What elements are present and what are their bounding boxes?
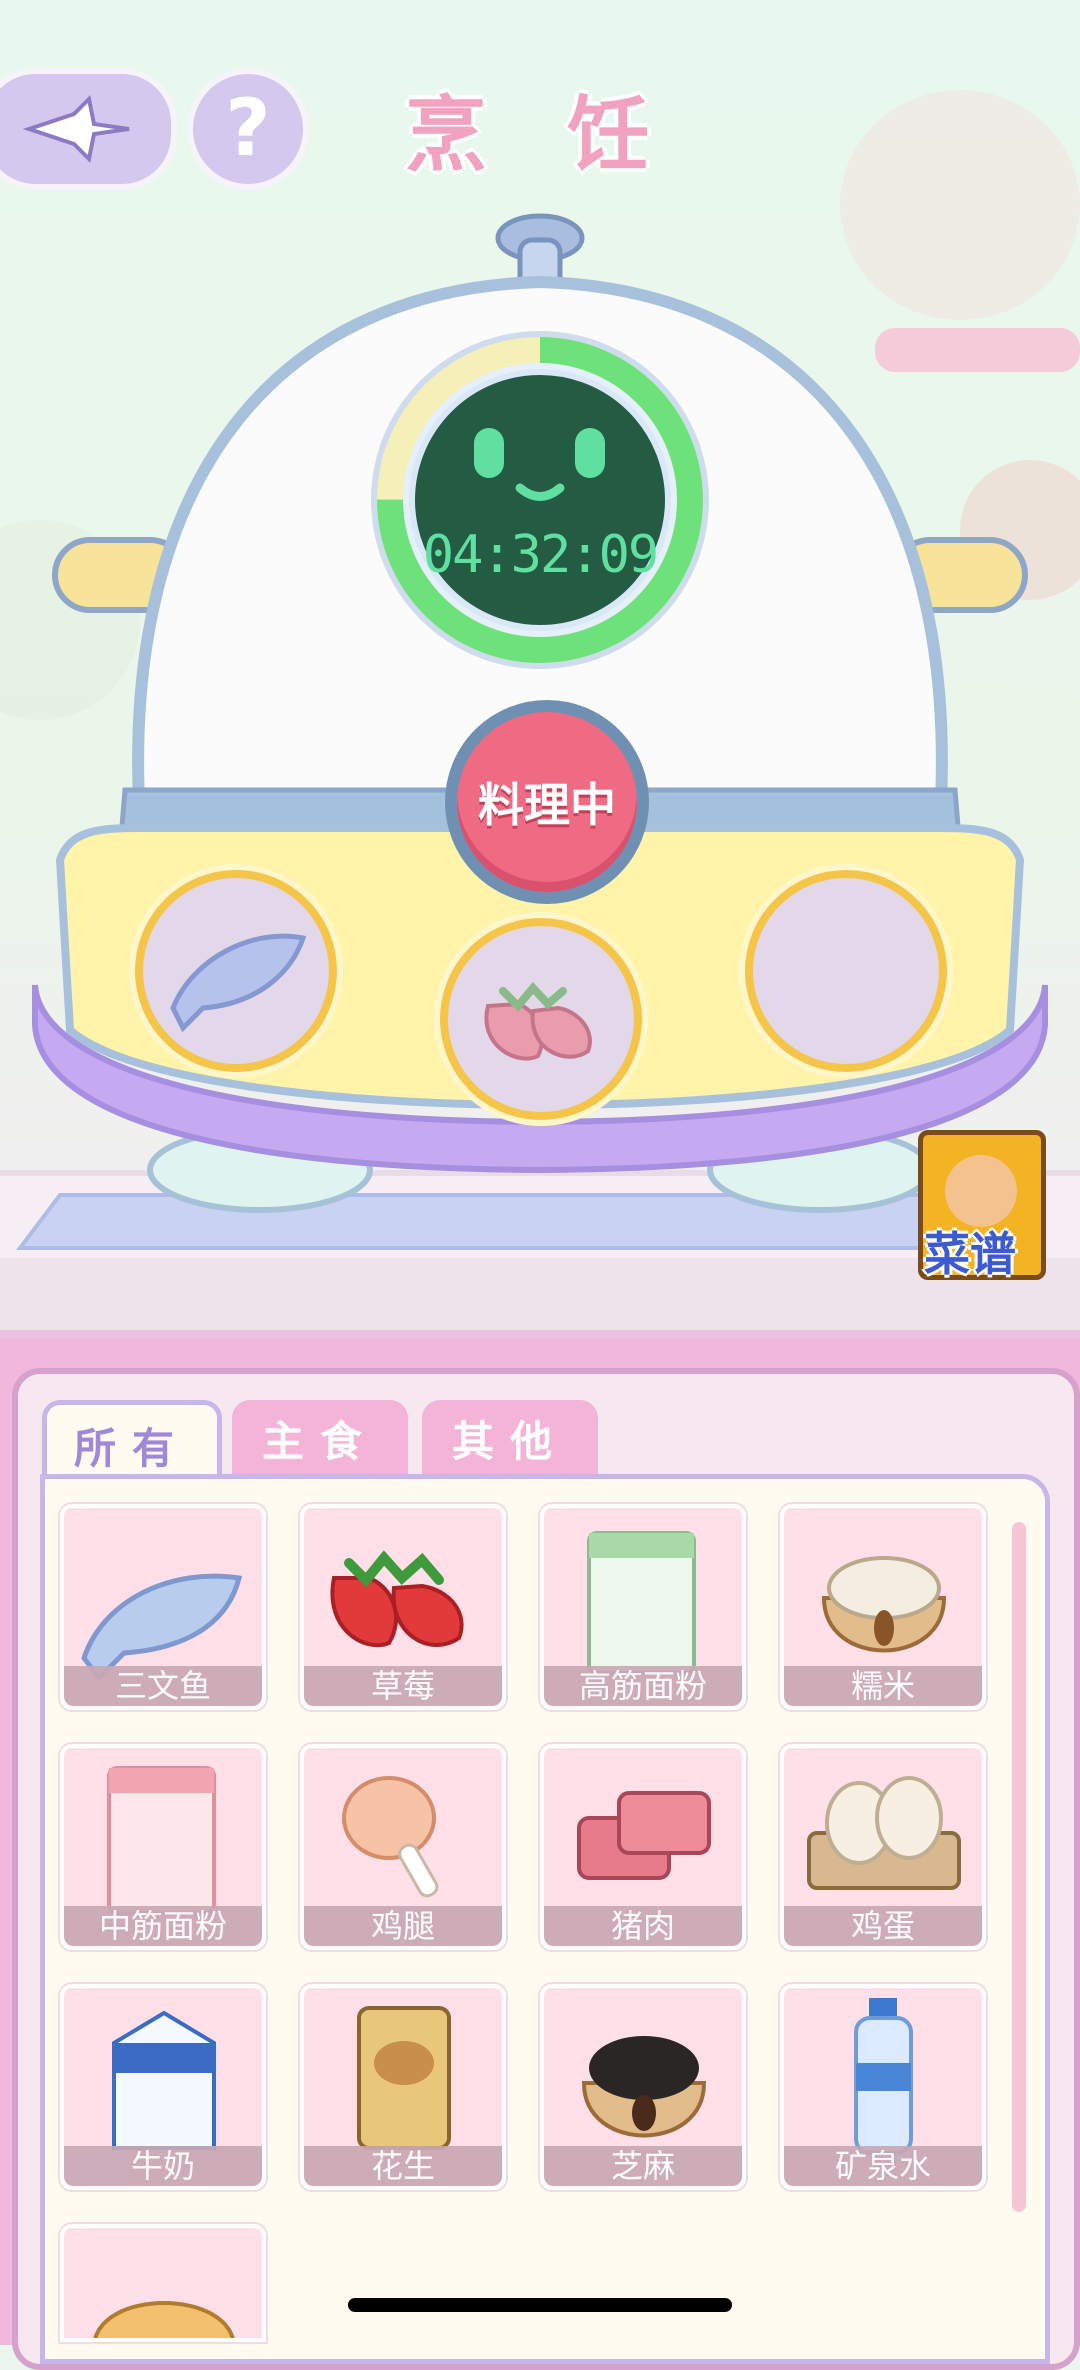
page-title: 烹 饪 (404, 88, 676, 183)
salmon-icon (170, 933, 307, 1033)
ingredient-name: 鸡蛋 (784, 1906, 982, 1946)
cooking-status-button[interactable]: 料理中 (445, 700, 649, 904)
tab-other[interactable]: 其他 (422, 1400, 598, 1476)
cooking-pot-machine (15, 213, 1048, 1250)
recipe-book-label[interactable]: 菜谱 (924, 1218, 1016, 1284)
ingredient-card-peanut[interactable]: 花生 (300, 1984, 506, 2190)
ingredient-name: 花生 (304, 2146, 502, 2186)
ingredient-name: 鸡腿 (304, 1906, 502, 1946)
ingredient-name: 高筋面粉 (544, 1666, 742, 1706)
ingredient-name: 猪肉 (544, 1906, 742, 1946)
ingredient-card-sesame[interactable]: 芝麻 (540, 1984, 746, 2190)
ingredient-name: 牛奶 (64, 2146, 262, 2186)
tab-staples[interactable]: 主食 (232, 1400, 408, 1476)
ingredient-card-glutinous-rice[interactable]: 糯米 (780, 1504, 986, 1710)
ingredient-card-strawberry[interactable]: 草莓 (300, 1504, 506, 1710)
ingredient-name: 中筋面粉 (64, 1906, 262, 1946)
tab-all[interactable]: 所有 (42, 1400, 222, 1485)
ingredient-card-salmon[interactable]: 三文鱼 (60, 1504, 266, 1710)
ingredient-card-eggs[interactable]: 鸡蛋 (780, 1744, 986, 1950)
ingredient-card-pork[interactable]: 猪肉 (540, 1744, 746, 1950)
ingredient-card-water[interactable]: 矿泉水 (780, 1984, 986, 2190)
ingredient-slot-1[interactable] (135, 870, 337, 1072)
ingredient-scrollbar[interactable] (1012, 1522, 1026, 2212)
ingredient-name: 糯米 (784, 1666, 982, 1706)
ingredient-card-bread-flour[interactable]: 高筋面粉 (540, 1504, 746, 1710)
bread-icon (93, 2301, 235, 2338)
ingredient-name: 矿泉水 (784, 2146, 982, 2186)
ingredient-slot-2[interactable] (440, 918, 642, 1120)
cat-chef-icon (945, 1155, 1017, 1227)
ingredient-name: 三文鱼 (64, 1666, 262, 1706)
strawberry-icon (484, 981, 592, 1061)
ingredient-name: 芝麻 (544, 2146, 742, 2186)
ingredient-name: 草莓 (304, 1666, 502, 1706)
ingredient-slot-3[interactable] (745, 870, 947, 1072)
home-indicator[interactable] (348, 2298, 732, 2312)
ingredient-card-bread[interactable] (60, 2224, 266, 2342)
cooking-timer: 04:32:09 (422, 525, 659, 585)
ingredient-card-chicken-leg[interactable]: 鸡腿 (300, 1744, 506, 1950)
ingredient-card-all-purpose-flour[interactable]: 中筋面粉 (60, 1744, 266, 1950)
ingredient-card-milk[interactable]: 牛奶 (60, 1984, 266, 2190)
